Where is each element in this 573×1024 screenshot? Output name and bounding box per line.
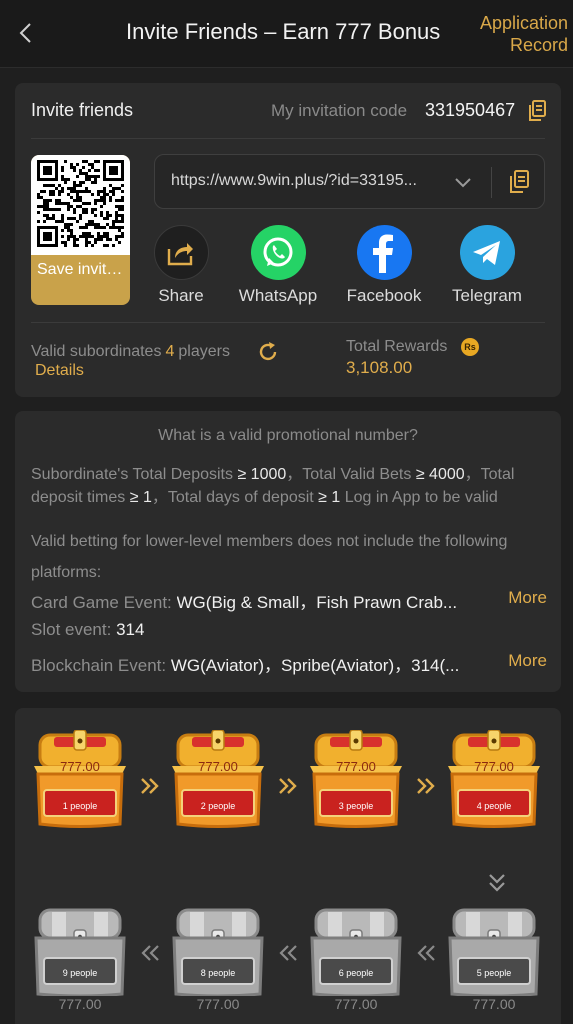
gold-chest-icon — [310, 729, 402, 828]
treasure-chest-9[interactable]: 9 people 777.00 — [30, 906, 130, 1012]
blockchain-event-row: Blockchain Event: WG(Aviator)，Spribe(Avi… — [31, 651, 547, 675]
refresh-button[interactable] — [257, 341, 279, 363]
divider — [491, 167, 492, 198]
valid-subordinates-text: Valid subordinates 4 players — [31, 343, 230, 360]
share-icon — [153, 225, 209, 280]
double-chevron-right-icon — [141, 778, 159, 794]
treasure-chest-4[interactable]: 777.00 4 people — [444, 729, 544, 830]
invite-friends-title: Invite friends — [31, 100, 134, 120]
treasure-chest-6[interactable]: 6 people 777.00 — [306, 906, 406, 1012]
double-chevron-down-icon — [489, 874, 505, 892]
locked-chest-icon — [34, 908, 126, 998]
total-rewards-value: 3,108.00 — [346, 358, 413, 377]
gold-chest-icon — [34, 729, 126, 828]
rules-card: What is a valid promotional number? Subo… — [15, 411, 561, 692]
rupee-icon: Rs — [461, 338, 479, 356]
more-link[interactable]: More — [508, 588, 547, 608]
invitation-link-field[interactable]: https://www.9win.plus/?id=33195... — [154, 154, 545, 209]
application-record-link[interactable]: Application Record — [478, 12, 568, 56]
invitation-link: https://www.9win.plus/?id=33195... — [171, 172, 417, 189]
treasure-chest-5[interactable]: 5 people 777.00 — [444, 906, 544, 1012]
locked-chest-icon — [448, 908, 540, 998]
gold-chest-icon — [172, 729, 264, 828]
double-chevron-right-icon — [279, 778, 297, 794]
details-link[interactable]: Details — [35, 362, 84, 380]
double-chevron-right-icon — [417, 778, 435, 794]
total-rewards-label: Total Rewards — [346, 338, 448, 355]
link-dropdown-button[interactable] — [453, 173, 473, 193]
telegram-share-button[interactable]: Telegram — [442, 225, 532, 306]
whatsapp-share-button[interactable]: WhatsApp — [233, 225, 323, 306]
locked-chest-icon — [310, 908, 402, 998]
invite-card: Invite friends My invitation code 331950… — [15, 83, 561, 397]
double-chevron-left-icon — [417, 945, 435, 961]
whatsapp-icon — [250, 225, 306, 280]
copy-link-button[interactable] — [508, 170, 530, 194]
top-bar: Invite Friends – Earn 777 Bonus Applicat… — [0, 0, 573, 68]
qr-code — [31, 155, 130, 255]
qr-code-image — [37, 160, 124, 247]
double-chevron-left-icon — [141, 945, 159, 961]
back-button[interactable] — [14, 18, 36, 48]
treasure-chest-1[interactable]: 777.00 1 people — [30, 729, 130, 830]
invitation-code-label: My invitation code — [271, 101, 408, 120]
treasure-chest-2[interactable]: 777.00 2 people — [168, 729, 268, 830]
treasure-chest-3[interactable]: 777.00 3 people — [306, 729, 406, 830]
refresh-icon — [259, 342, 277, 361]
more-link[interactable]: More — [508, 651, 547, 671]
facebook-icon — [356, 225, 412, 280]
chevron-left-icon — [19, 23, 31, 43]
invitation-code-value: 331950467 — [425, 100, 516, 120]
double-chevron-left-icon — [279, 945, 297, 961]
divider — [31, 322, 545, 323]
valid-conditions-text: Subordinate's Total Deposits ≥ 1000，Tota… — [31, 466, 515, 506]
valid-subordinates-count: 4 — [165, 343, 175, 360]
qr-code-card: Save invitation... — [31, 155, 130, 305]
copy-code-button[interactable] — [527, 100, 547, 122]
rules-title: What is a valid promotional number? — [158, 427, 418, 444]
chevron-down-icon — [455, 178, 471, 188]
telegram-icon — [459, 225, 515, 280]
reward-chests-card: 777.00 1 people 777.00 2 people 777.00 3… — [15, 708, 561, 1024]
page-title: Invite Friends – Earn 777 Bonus — [126, 19, 441, 44]
divider — [31, 138, 545, 139]
facebook-share-button[interactable]: Facebook — [339, 225, 429, 306]
excluded-platforms-note: Valid betting for lower-level members do… — [31, 533, 508, 581]
card-game-event-row: Card Game Event: WG(Big & Small，Fish Pra… — [31, 588, 547, 612]
slot-event-row: Slot event: 314 — [31, 620, 145, 639]
save-invitation-button[interactable]: Save invitation... — [31, 259, 130, 280]
gold-chest-icon — [448, 729, 540, 828]
locked-chest-icon — [172, 908, 264, 998]
copy-icon — [529, 100, 546, 121]
copy-icon — [510, 170, 529, 193]
share-button[interactable]: Share — [136, 225, 226, 306]
treasure-chest-8[interactable]: 8 people 777.00 — [168, 906, 268, 1012]
